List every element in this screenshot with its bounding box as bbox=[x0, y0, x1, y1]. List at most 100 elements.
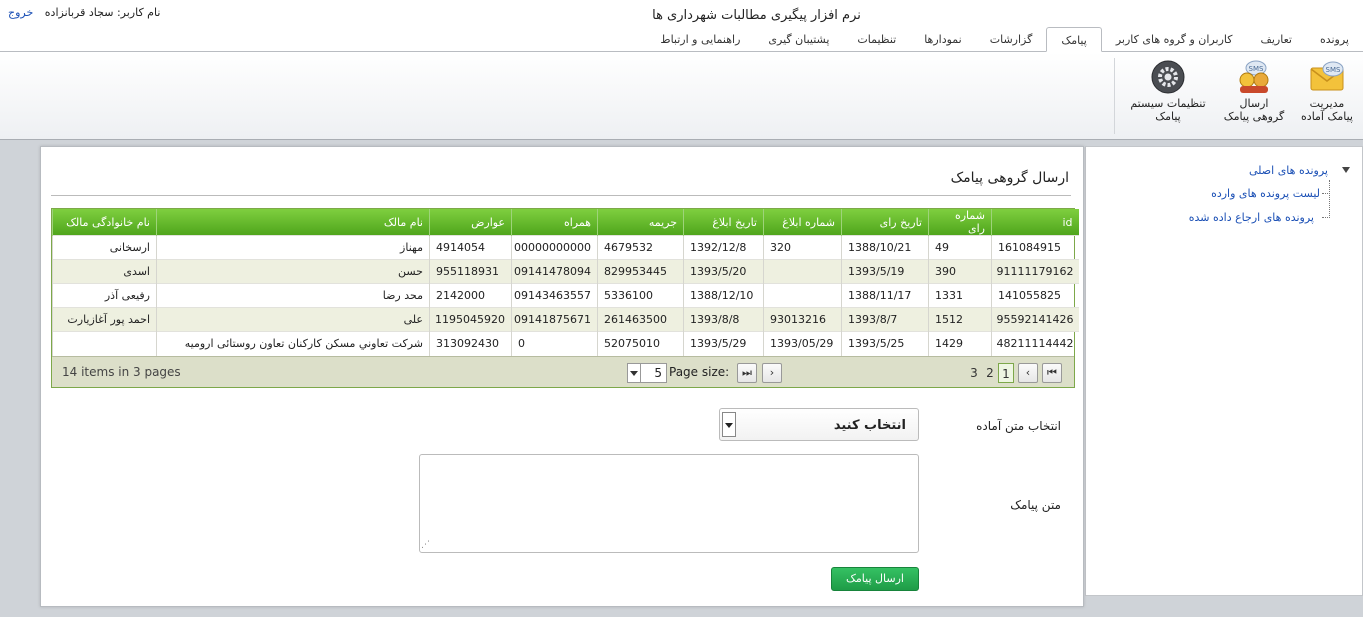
table-cell: 0 bbox=[511, 331, 598, 356]
first-page-icon[interactable]: ⏮ bbox=[1042, 362, 1062, 383]
ribbon-label: گروهی پیامک bbox=[1223, 110, 1285, 123]
table-row[interactable]: 95592141426 1512 1393/8/7 93013216 1393/8/8 2… bbox=[52, 307, 1079, 332]
grid-table: id شماره رای تاریخ رای شماره ابلاغ تاریخ ابل… bbox=[52, 209, 1079, 356]
tab-settings[interactable]: تنظیمات bbox=[843, 27, 910, 52]
column-header[interactable]: id bbox=[991, 209, 1079, 236]
tab-sms[interactable]: پیامک bbox=[1046, 27, 1102, 52]
sms-text-input[interactable] bbox=[419, 454, 919, 553]
table-cell: حسن bbox=[156, 259, 430, 284]
table-cell: احمد پور آغازیارت bbox=[52, 307, 157, 332]
tab-help[interactable]: راهنمایی و ارتباط bbox=[646, 27, 754, 52]
column-header[interactable]: نام مالک bbox=[156, 209, 430, 236]
table-cell: رفیعی آذر bbox=[52, 283, 157, 308]
page-title: ارسال گروهی پیامک bbox=[950, 170, 1069, 186]
table-cell: 320 bbox=[763, 235, 842, 260]
last-page-icon[interactable]: ⏭ bbox=[737, 362, 757, 383]
table-cell bbox=[52, 331, 157, 356]
table-cell: 93013216 bbox=[763, 307, 842, 332]
table-cell: 09141478094 bbox=[511, 259, 598, 284]
next-page-icon[interactable]: › bbox=[762, 362, 782, 383]
table-cell: 1393/05/29 bbox=[763, 331, 842, 356]
ribbon-label: پیامک bbox=[1155, 110, 1181, 123]
tree-connector bbox=[1329, 180, 1330, 218]
group-sms-icon: SMS bbox=[1236, 60, 1272, 94]
column-header[interactable]: همراه bbox=[511, 209, 598, 236]
prepared-text-select[interactable]: انتخاب کنید bbox=[719, 408, 919, 441]
prev-page-icon[interactable]: ‹ bbox=[1018, 362, 1038, 383]
svg-text:SMS: SMS bbox=[1249, 65, 1264, 73]
table-row[interactable]: 161084915 49 1388/10/21 320 1392/12/8 4679532… bbox=[52, 235, 1079, 260]
tab-reports[interactable]: گزارشات bbox=[976, 27, 1047, 52]
table-cell: 261463500 bbox=[597, 307, 684, 332]
column-header[interactable]: شماره رای bbox=[928, 209, 992, 236]
svg-text:SMS: SMS bbox=[1326, 66, 1341, 74]
table-cell: 390 bbox=[928, 259, 992, 284]
ribbon-label: مدیریت bbox=[1309, 97, 1345, 110]
envelope-sms-icon: SMS bbox=[1309, 60, 1345, 94]
tree-connector bbox=[1322, 217, 1330, 218]
table-cell: 1388/11/17 bbox=[841, 283, 929, 308]
table-cell: 09143463557 bbox=[511, 283, 598, 308]
main-tabs: پرونده تعاریف کاربران و گروه های کاربر پ… bbox=[646, 27, 1363, 52]
table-cell: 00000000000 bbox=[511, 235, 598, 260]
column-header[interactable]: شماره ابلاغ bbox=[763, 209, 842, 236]
table-cell: 95592141426 bbox=[991, 307, 1079, 332]
column-header[interactable]: نام خانوادگی مالک bbox=[52, 209, 157, 236]
table-cell: 161084915 bbox=[991, 235, 1079, 260]
tab-backup[interactable]: پشتیبان گیری bbox=[754, 27, 843, 52]
table-cell: 1429 bbox=[928, 331, 992, 356]
manage-prepared-sms-button[interactable]: SMS مدیریت پیامک آماده bbox=[1296, 60, 1358, 123]
grid-header-row: id شماره رای تاریخ رای شماره ابلاغ تاریخ ابل… bbox=[52, 209, 1079, 236]
resize-grip-icon[interactable]: ⋰ bbox=[421, 540, 431, 550]
table-cell bbox=[763, 283, 842, 308]
tree-item-referred-files[interactable]: پرونده های ارجاع داده شده bbox=[1189, 211, 1314, 224]
column-header[interactable]: تاریخ ابلاغ bbox=[683, 209, 764, 236]
tab-users[interactable]: کاربران و گروه های کاربر bbox=[1102, 27, 1247, 52]
sms-text-label: متن پیامک bbox=[1010, 498, 1061, 512]
tree-item-main-files[interactable]: پرونده های اصلی bbox=[1249, 164, 1328, 177]
ribbon-label: ارسال bbox=[1239, 97, 1269, 110]
table-row[interactable]: 91111179162 390 1393/5/19 1393/5/20 82995344… bbox=[52, 259, 1079, 284]
tab-file[interactable]: پرونده bbox=[1306, 27, 1363, 52]
tree-item-incoming-files[interactable]: لیست پرونده های وارده bbox=[1211, 187, 1320, 200]
table-cell: 1393/5/20 bbox=[683, 259, 764, 284]
grid-pager: ⏮ ‹ 1 2 3 › ⏭ Page size: 5 14 items in 3… bbox=[52, 355, 1074, 387]
column-header[interactable]: عوارض bbox=[429, 209, 512, 236]
table-cell: 141055825 bbox=[991, 283, 1079, 308]
table-cell: 1512 bbox=[928, 307, 992, 332]
table-cell: 1393/5/19 bbox=[841, 259, 929, 284]
table-cell: 2142000 bbox=[429, 283, 512, 308]
table-cell: 1393/8/8 bbox=[683, 307, 764, 332]
table-cell: علی bbox=[156, 307, 430, 332]
ribbon-separator bbox=[1114, 58, 1115, 134]
page-number-current[interactable]: 1 bbox=[998, 362, 1014, 383]
tree-connector bbox=[1322, 193, 1330, 194]
user-name-label: نام کاربر: سجاد قربانزاده bbox=[44, 6, 161, 19]
table-cell: شرکت تعاوني مسکن کارکنان تعاون روستائی ا… bbox=[156, 331, 430, 356]
table-row[interactable]: 48211114442 1429 1393/5/25 1393/05/29 1393/5… bbox=[52, 331, 1079, 356]
sidebar-tree: پرونده های اصلی لیست پرونده های وارده پر… bbox=[1085, 146, 1363, 596]
page-number[interactable]: 3 bbox=[967, 363, 981, 383]
items-info: 14 items in 3 pages bbox=[62, 364, 181, 379]
table-cell: 4679532 bbox=[597, 235, 684, 260]
chevron-down-icon[interactable] bbox=[627, 362, 641, 383]
logout-link[interactable]: خروج bbox=[8, 6, 33, 19]
sms-settings-button[interactable]: تنظیمات سیستم پیامک bbox=[1124, 60, 1212, 123]
tab-definitions[interactable]: تعاریف bbox=[1246, 27, 1305, 52]
send-sms-button[interactable]: ارسال پیامک bbox=[831, 567, 919, 591]
column-header[interactable]: تاریخ رای bbox=[841, 209, 929, 236]
select-prepared-label: انتخاب متن آماده bbox=[976, 419, 1061, 433]
page-number[interactable]: 2 bbox=[983, 363, 997, 383]
table-cell: 1393/5/25 bbox=[841, 331, 929, 356]
column-header[interactable]: جریمه bbox=[597, 209, 684, 236]
table-row[interactable]: 141055825 1331 1388/11/17 1388/12/10 5336100… bbox=[52, 283, 1079, 308]
table-cell: 48211114442 bbox=[991, 331, 1079, 356]
select-value: انتخاب کنید bbox=[833, 418, 906, 433]
group-sms-button[interactable]: SMS ارسال گروهی پیامک bbox=[1218, 60, 1290, 123]
caret-down-icon[interactable] bbox=[1342, 167, 1350, 173]
table-cell: 1392/12/8 bbox=[683, 235, 764, 260]
table-cell: 49 bbox=[928, 235, 992, 260]
chevron-down-icon[interactable] bbox=[722, 412, 736, 437]
user-area: نام کاربر: سجاد قربانزاده خروج bbox=[8, 6, 160, 19]
tab-charts[interactable]: نمودارها bbox=[910, 27, 976, 52]
